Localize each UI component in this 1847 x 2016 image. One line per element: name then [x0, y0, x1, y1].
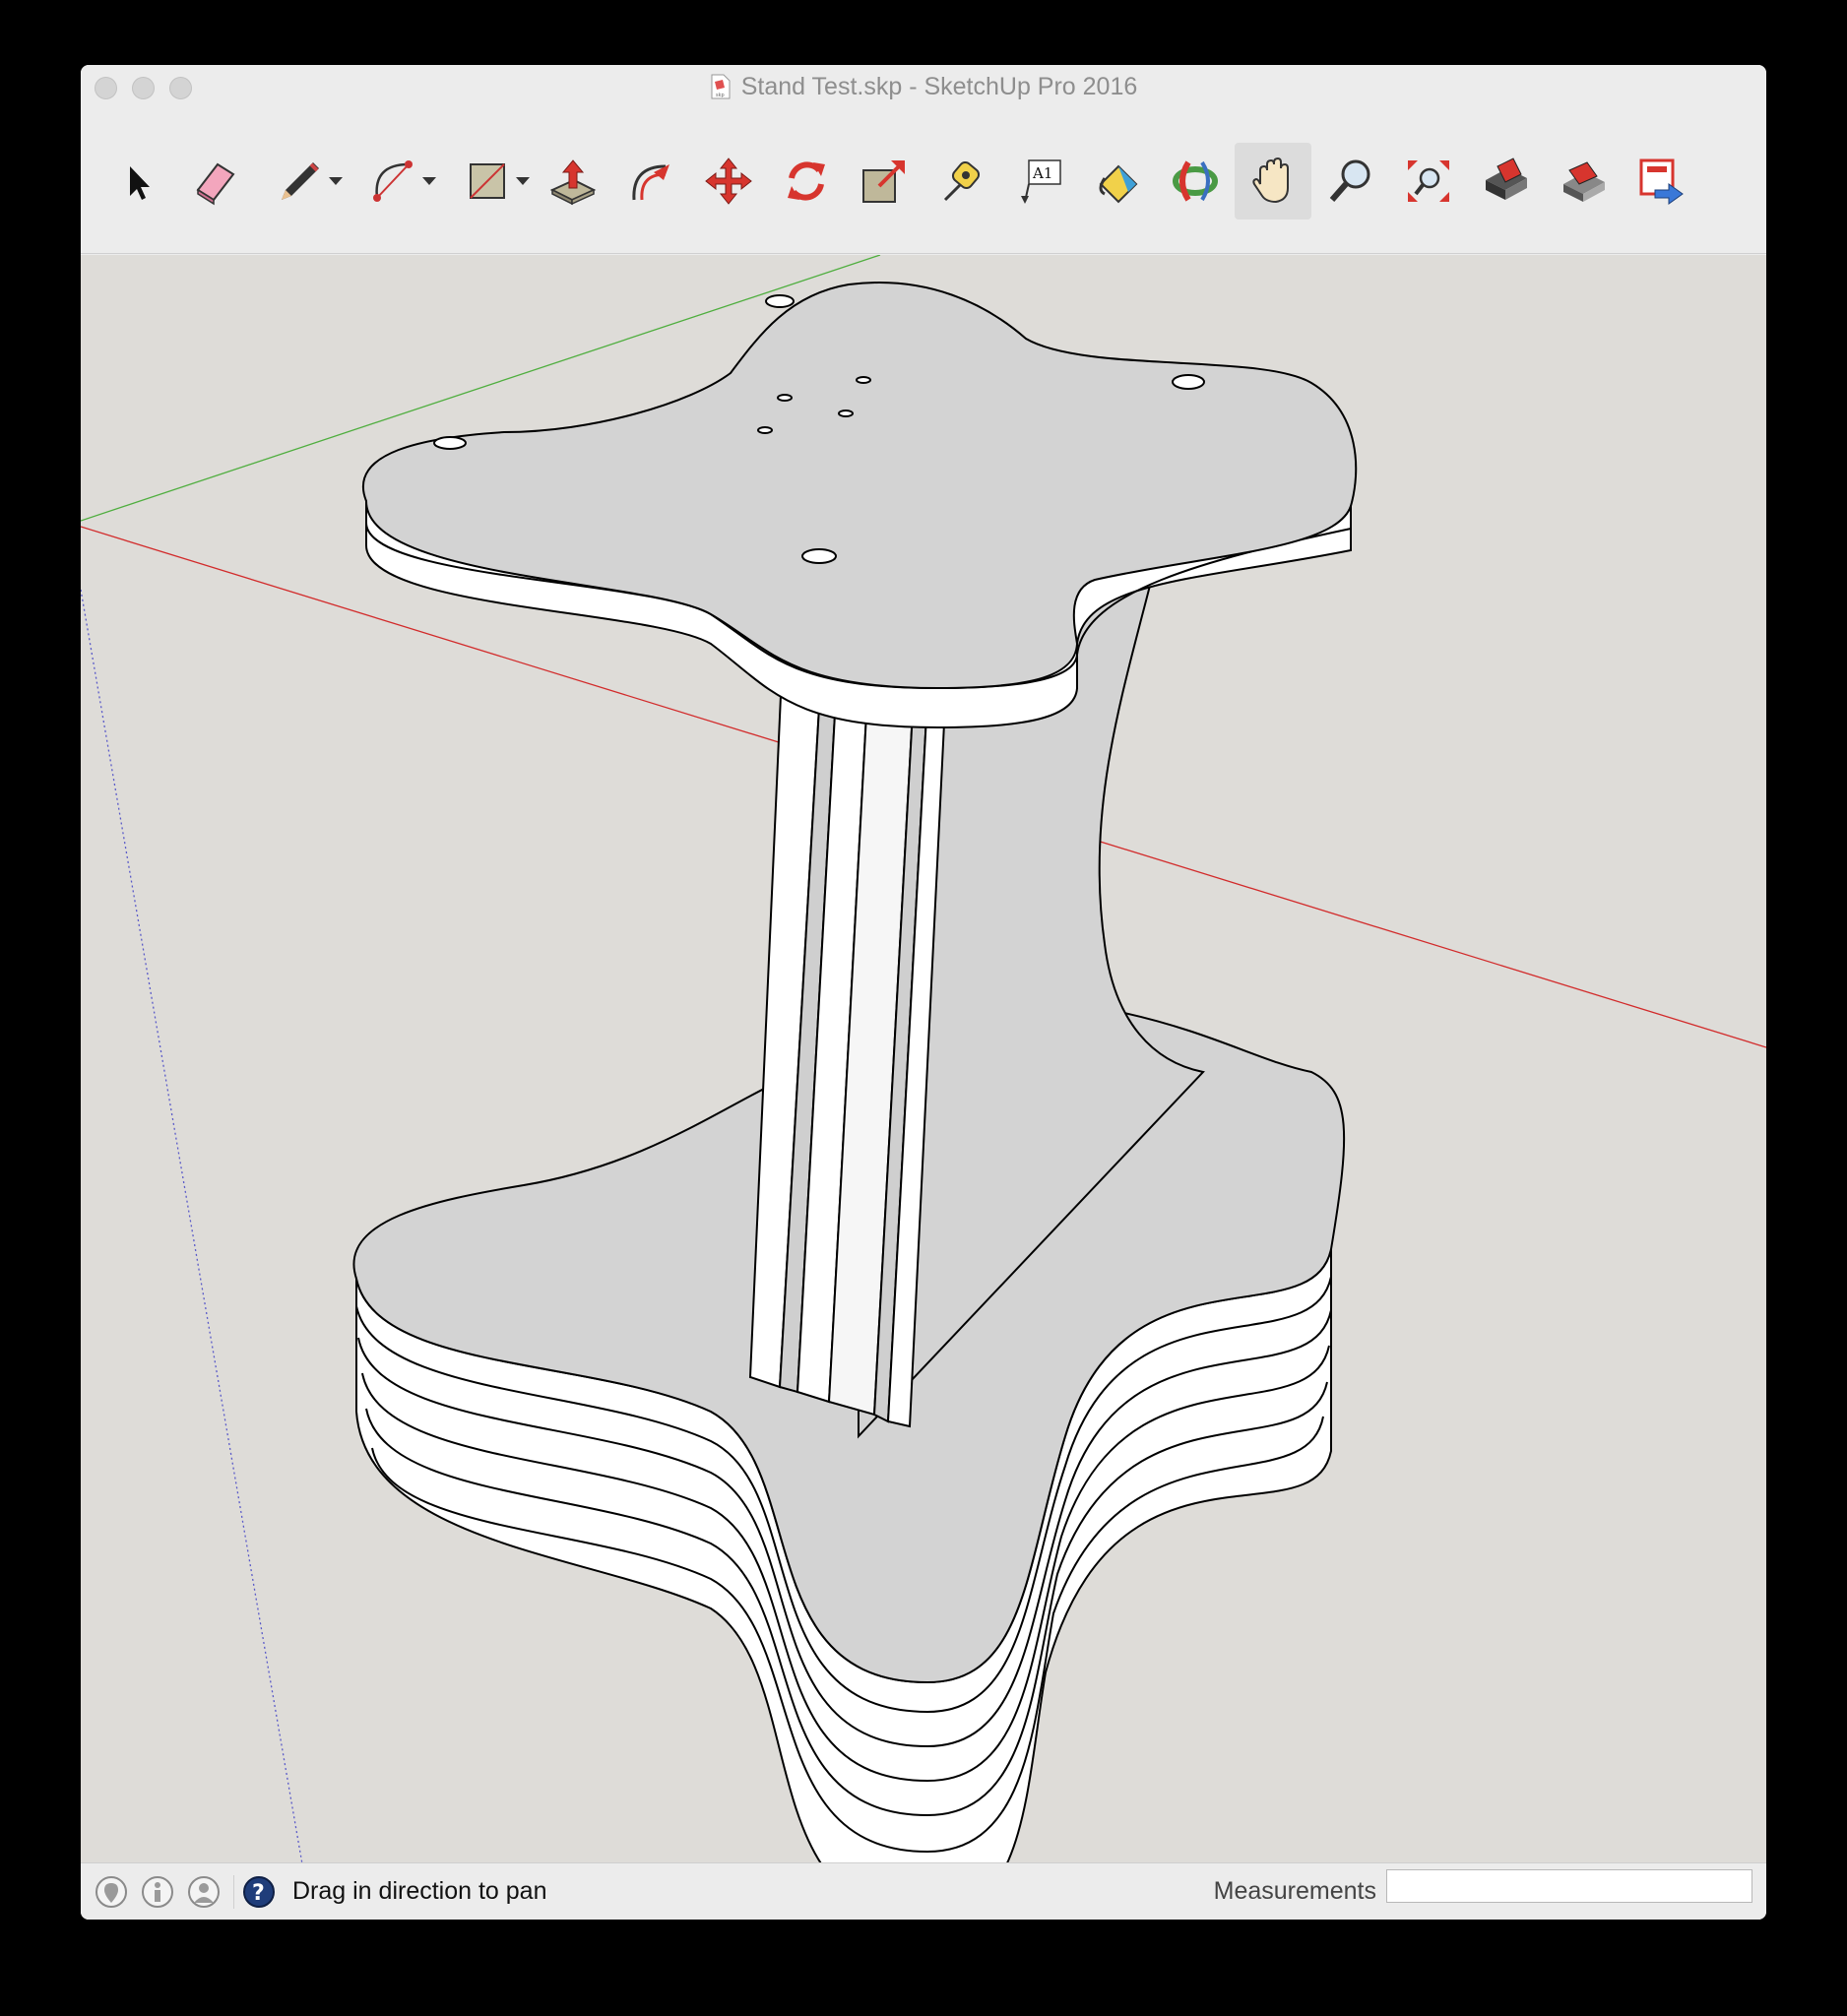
blue-axis	[81, 589, 313, 1920]
skp-document-icon: skp	[711, 74, 731, 99]
status-bar: ? Drag in direction to pan Measurements	[81, 1862, 1766, 1920]
tape-measure-tool-button[interactable]	[924, 143, 1000, 220]
close-window-button[interactable]	[95, 77, 117, 99]
help-icon[interactable]: ?	[242, 1875, 276, 1909]
chevron-down-icon[interactable]	[329, 176, 343, 185]
extension-warehouse-button[interactable]	[1546, 143, 1623, 220]
credits-icon[interactable]	[141, 1875, 174, 1909]
pan-tool-button[interactable]	[1235, 142, 1311, 220]
scale-icon	[862, 159, 905, 203]
status-divider	[233, 1874, 234, 1909]
sketchup-window: skp Stand Test.skp - SketchUp Pro 2016 A…	[81, 65, 1766, 1920]
zoom-window-button[interactable]	[169, 77, 192, 99]
move-icon	[705, 157, 752, 205]
warehouse-icon	[1486, 157, 1527, 200]
status-message: Drag in direction to pan	[292, 1877, 547, 1905]
window-title: Stand Test.skp - SketchUp Pro 2016	[740, 72, 1138, 100]
rotate-icon	[788, 160, 825, 201]
aluminium-extrusion	[748, 671, 947, 1428]
svg-text:skp: skp	[716, 93, 725, 98]
eraser-icon	[196, 162, 235, 205]
paint-bucket-tool-button[interactable]	[1079, 143, 1156, 220]
vesa-hole	[777, 394, 793, 402]
orbit-tool-button[interactable]	[1157, 143, 1234, 220]
orbit-icon	[1173, 159, 1218, 202]
arrow-cursor-icon	[130, 165, 150, 200]
chevron-down-icon[interactable]	[422, 176, 436, 185]
top-plate	[362, 282, 1358, 729]
user-icon[interactable]	[187, 1875, 221, 1909]
model-viewport[interactable]	[81, 255, 1766, 1920]
mount-hole	[765, 294, 795, 308]
select-tool-button[interactable]	[98, 143, 175, 220]
scale-tool-button[interactable]	[846, 143, 923, 220]
text-tool-button[interactable]: A1	[1001, 143, 1078, 220]
main-toolbar: A1	[81, 108, 1766, 254]
line-tool-button[interactable]	[254, 143, 347, 220]
title-bar: skp Stand Test.skp - SketchUp Pro 2016	[81, 65, 1766, 108]
offset-tool-button[interactable]	[612, 143, 689, 220]
rectangle-icon	[470, 162, 505, 199]
measurements-input[interactable]	[1386, 1869, 1752, 1903]
zoom-extents-icon	[1408, 159, 1449, 202]
3d-warehouse-button[interactable]	[1468, 143, 1545, 220]
svg-text:A1: A1	[1032, 164, 1052, 182]
push-pull-icon	[549, 158, 597, 205]
paint-bucket-icon	[1099, 164, 1138, 203]
minimize-window-button[interactable]	[132, 77, 155, 99]
tape-measure-icon	[943, 160, 981, 201]
mount-hole	[1172, 374, 1205, 390]
magnifier-icon	[1329, 159, 1370, 202]
vesa-hole	[838, 410, 854, 417]
layout-icon	[1639, 158, 1684, 205]
send-to-layout-button[interactable]	[1624, 143, 1700, 220]
mount-hole	[801, 548, 837, 564]
geo-location-icon[interactable]	[95, 1875, 128, 1909]
measurements-label: Measurements	[1213, 1877, 1376, 1905]
extension-warehouse-icon	[1563, 160, 1605, 202]
vesa-hole	[856, 376, 871, 384]
arc-icon	[373, 159, 413, 202]
push-pull-tool-button[interactable]	[535, 143, 611, 220]
zoom-tool-button[interactable]	[1312, 143, 1389, 220]
rotate-tool-button[interactable]	[768, 143, 845, 220]
zoom-extents-tool-button[interactable]	[1390, 143, 1467, 220]
svg-text:?: ?	[252, 1881, 265, 1906]
text-icon: A1	[1021, 158, 1061, 204]
eraser-tool-button[interactable]	[176, 143, 253, 220]
offset-icon	[632, 163, 669, 200]
arc-tool-button[interactable]	[348, 143, 440, 220]
3d-model-scene[interactable]	[81, 255, 1766, 1920]
hand-icon	[1252, 157, 1289, 203]
chevron-down-icon[interactable]	[516, 176, 530, 185]
mount-hole	[433, 436, 467, 450]
window-controls	[95, 77, 192, 99]
pencil-icon	[282, 161, 319, 200]
vesa-hole	[757, 426, 773, 434]
rectangle-tool-button[interactable]	[441, 143, 534, 220]
move-tool-button[interactable]	[690, 143, 767, 220]
